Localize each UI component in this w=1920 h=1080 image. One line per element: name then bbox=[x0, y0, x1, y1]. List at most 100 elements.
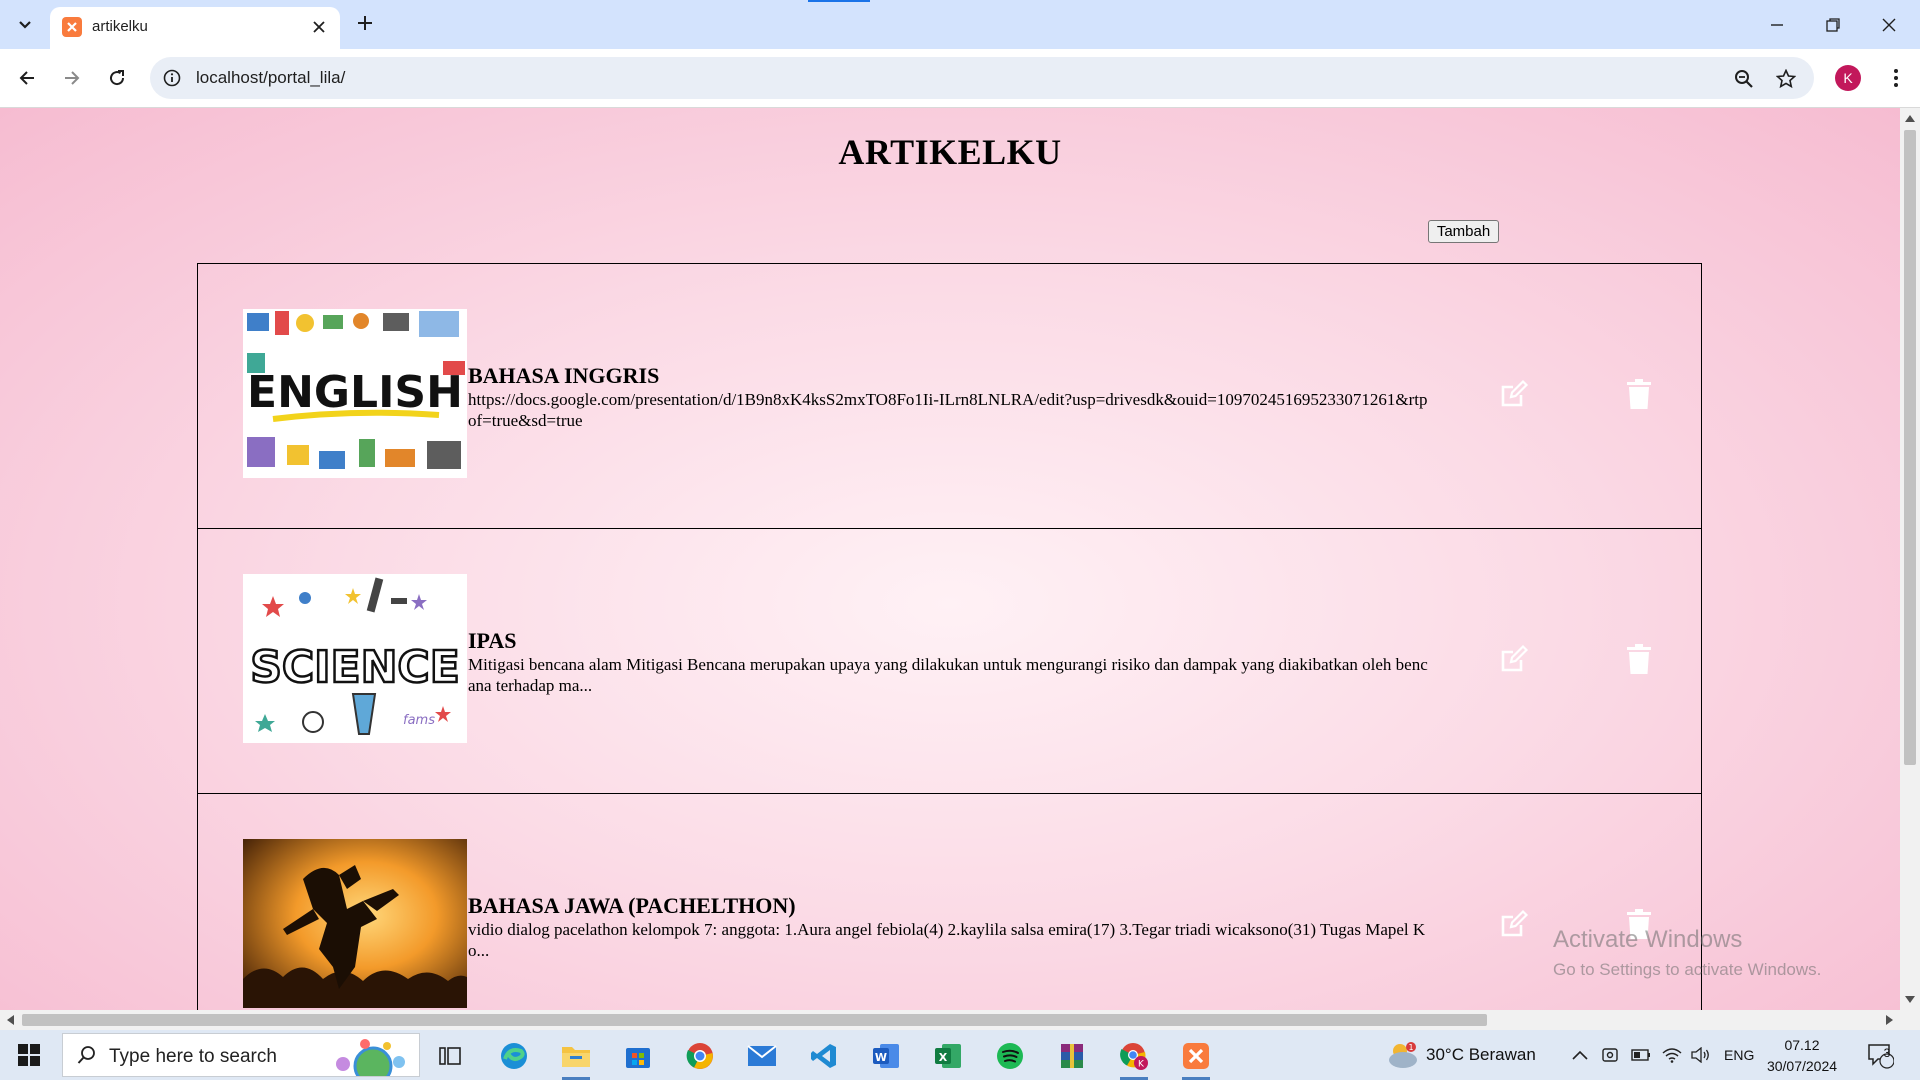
add-article-button[interactable]: Tambah bbox=[1428, 220, 1499, 243]
scroll-left-arrow-icon[interactable] bbox=[6, 1015, 14, 1025]
wifi-icon[interactable] bbox=[1662, 1030, 1682, 1080]
scroll-up-arrow-icon[interactable] bbox=[1905, 114, 1915, 122]
excel-icon: X bbox=[935, 1044, 961, 1068]
reload-icon bbox=[110, 70, 125, 86]
windows-logo-icon bbox=[18, 1044, 40, 1066]
tab-drag-indicator bbox=[808, 0, 870, 2]
edit-icon bbox=[1501, 909, 1529, 937]
article-row: BAHASA JAWA (PACHELTHON) vidio dialog pa… bbox=[198, 794, 1701, 1010]
forward-button[interactable] bbox=[57, 63, 87, 93]
trash-icon bbox=[1627, 644, 1651, 674]
task-view-button[interactable] bbox=[424, 1035, 476, 1077]
zoom-icon[interactable] bbox=[1732, 67, 1756, 91]
taskbar-store[interactable] bbox=[612, 1035, 664, 1077]
weather-cloud-icon: 1 bbox=[1389, 1042, 1417, 1068]
volume-icon[interactable] bbox=[1691, 1030, 1711, 1080]
minimize-icon bbox=[1771, 24, 1783, 26]
back-button[interactable] bbox=[12, 63, 42, 93]
article-thumbnail-science: fams SCIENCE bbox=[243, 574, 467, 743]
restore-button[interactable] bbox=[1818, 10, 1848, 40]
minimize-button[interactable] bbox=[1762, 10, 1792, 40]
delete-article-button[interactable] bbox=[1622, 376, 1656, 412]
taskbar-file-explorer[interactable] bbox=[550, 1035, 602, 1080]
restore-icon bbox=[1826, 18, 1840, 32]
profile-avatar[interactable]: K bbox=[1835, 65, 1861, 91]
address-bar[interactable]: localhost/portal_lila/ bbox=[150, 57, 1814, 99]
taskbar-spotify[interactable] bbox=[984, 1035, 1036, 1077]
browser-toolbar: localhost/portal_lila/ K bbox=[0, 49, 1920, 108]
url-text[interactable]: localhost/portal_lila/ bbox=[196, 68, 345, 88]
article-title[interactable]: IPAS bbox=[468, 628, 1428, 654]
horizontal-scrollbar[interactable] bbox=[0, 1010, 1920, 1030]
start-button[interactable] bbox=[0, 1030, 58, 1080]
article-row: fams SCIENCE IPAS Mitigasi bencana alam … bbox=[198, 529, 1701, 794]
edit-icon bbox=[1501, 379, 1529, 407]
taskbar-edge[interactable] bbox=[488, 1035, 540, 1077]
chrome-profile-icon: K bbox=[1120, 1043, 1148, 1070]
article-description: Mitigasi bencana alam Mitigasi Bencana m… bbox=[468, 654, 1428, 695]
meet-now-icon[interactable] bbox=[1601, 1030, 1619, 1080]
edit-article-button[interactable] bbox=[1497, 376, 1531, 412]
taskbar-excel[interactable]: X bbox=[922, 1035, 974, 1077]
taskbar-mail[interactable] bbox=[736, 1035, 788, 1077]
search-placeholder: Type here to search bbox=[109, 1046, 277, 1067]
taskbar-search-box[interactable]: Type here to search bbox=[62, 1033, 420, 1077]
article-title[interactable]: BAHASA JAWA (PACHELTHON) bbox=[468, 893, 1428, 919]
browser-menu-icon[interactable] bbox=[1882, 64, 1910, 92]
winrar-icon bbox=[1061, 1044, 1083, 1068]
horizontal-scroll-thumb[interactable] bbox=[22, 1014, 1487, 1026]
vertical-scroll-thumb[interactable] bbox=[1904, 130, 1916, 765]
store-icon bbox=[626, 1048, 650, 1068]
close-window-button[interactable] bbox=[1874, 10, 1904, 40]
svg-text:1: 1 bbox=[1408, 1043, 1413, 1052]
windows-taskbar: Type here to search W X K 1 30°C Berawan… bbox=[0, 1030, 1920, 1080]
site-info-icon[interactable] bbox=[162, 68, 182, 88]
article-title[interactable]: BAHASA INGGRIS bbox=[468, 363, 1428, 389]
clock[interactable]: 07.12 30/07/2024 bbox=[1766, 1035, 1838, 1077]
taskbar-chrome[interactable] bbox=[674, 1035, 726, 1077]
edge-icon bbox=[501, 1043, 527, 1069]
edit-article-button[interactable] bbox=[1497, 641, 1531, 677]
taskbar-winrar[interactable] bbox=[1046, 1035, 1098, 1077]
article-row: ENGLISH BAHASA INGGRIS https://docs.goog… bbox=[198, 264, 1701, 529]
page-viewport: ARTIKELKU Tambah ENGLISH BAHASA INGGRIS … bbox=[0, 108, 1900, 1010]
taskbar-xampp[interactable] bbox=[1170, 1035, 1222, 1080]
xampp-icon bbox=[1183, 1043, 1209, 1069]
bookmark-star-icon[interactable] bbox=[1774, 67, 1798, 91]
tab-search-dropdown[interactable] bbox=[10, 10, 40, 40]
article-thumbnail-wayang bbox=[243, 839, 467, 1008]
tab-strip: artikelku bbox=[0, 0, 1920, 49]
notification-count: 3 bbox=[1883, 1046, 1891, 1060]
close-icon bbox=[1882, 18, 1896, 32]
scroll-right-arrow-icon[interactable] bbox=[1886, 1015, 1894, 1025]
taskbar-chrome-profile[interactable]: K bbox=[1108, 1035, 1160, 1080]
tab-close-icon[interactable] bbox=[308, 16, 330, 38]
mail-icon bbox=[747, 1045, 777, 1066]
taskbar-word[interactable]: W bbox=[860, 1035, 912, 1077]
notification-center-button[interactable]: 3 bbox=[1866, 1030, 1894, 1080]
show-hidden-icons[interactable] bbox=[1572, 1030, 1588, 1080]
tab-title: artikelku bbox=[92, 18, 148, 35]
word-icon: W bbox=[873, 1044, 899, 1068]
delete-article-button[interactable] bbox=[1622, 641, 1656, 677]
weather-widget[interactable]: 1 30°C Berawan bbox=[1386, 1030, 1536, 1080]
chrome-icon bbox=[686, 1043, 713, 1069]
edit-article-button[interactable] bbox=[1497, 906, 1531, 942]
language-indicator[interactable]: ENG bbox=[1724, 1030, 1754, 1080]
battery-icon[interactable] bbox=[1631, 1030, 1651, 1080]
reload-button[interactable] bbox=[102, 63, 132, 93]
new-tab-button[interactable] bbox=[352, 10, 378, 36]
svg-text:W: W bbox=[875, 1051, 887, 1064]
svg-text:SCIENCE: SCIENCE bbox=[250, 642, 460, 693]
scroll-down-arrow-icon[interactable] bbox=[1905, 996, 1915, 1004]
search-highlight-icon bbox=[336, 1039, 405, 1076]
taskbar-vscode[interactable] bbox=[798, 1035, 850, 1077]
svg-text:X: X bbox=[939, 1051, 948, 1064]
vertical-scrollbar[interactable] bbox=[1900, 108, 1920, 1010]
browser-tab[interactable]: artikelku bbox=[50, 7, 340, 49]
clock-time: 07.12 bbox=[1784, 1037, 1820, 1053]
article-content: BAHASA JAWA (PACHELTHON) vidio dialog pa… bbox=[468, 794, 1428, 1010]
folder-icon bbox=[562, 1047, 590, 1067]
vscode-icon bbox=[811, 1044, 836, 1068]
plus-icon bbox=[358, 16, 372, 30]
